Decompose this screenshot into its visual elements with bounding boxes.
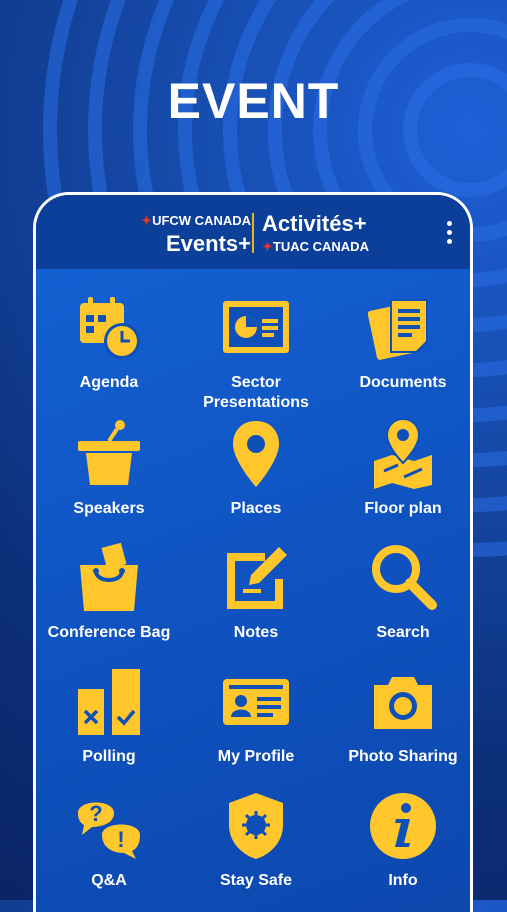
- magnifier-icon: [372, 545, 437, 610]
- tile-polling[interactable]: Polling: [36, 667, 182, 767]
- shopping-bag-icon: [80, 543, 138, 611]
- tile-label: Floor plan: [364, 500, 442, 517]
- feature-grid: Agenda Sector Presentations Documents Sp…: [36, 269, 470, 912]
- phone-frame: ✦UFCW CANADA Events+ Activités+ ✦TUAC CA…: [33, 192, 473, 912]
- logo-divider: [252, 213, 254, 253]
- maple-leaf-icon: ✦: [141, 213, 153, 228]
- podium-icon: [78, 420, 140, 485]
- maple-leaf-icon: ✦: [262, 239, 273, 254]
- app-bar: ✦UFCW CANADA Events+ Activités+ ✦TUAC CA…: [36, 195, 470, 269]
- logo-tuac-canada: ✦TUAC CANADA: [262, 239, 369, 254]
- tile-label: Conference Bag: [47, 624, 171, 641]
- camera-icon: [374, 677, 432, 729]
- documents-icon: [368, 299, 428, 360]
- tile-label: Stay Safe: [219, 872, 293, 889]
- presentation-icon: [223, 301, 289, 353]
- hero-title: EVENT: [167, 73, 340, 129]
- tile-conference-bag[interactable]: Conference Bag: [36, 543, 182, 643]
- tile-notes[interactable]: Notes: [183, 543, 329, 643]
- id-card-icon: [223, 679, 289, 725]
- tile-label: Info: [388, 872, 418, 889]
- tile-label: Search: [376, 624, 430, 641]
- floor-plan-map-icon: [374, 419, 432, 489]
- info-icon: [370, 793, 436, 859]
- tile-q-and-a[interactable]: ? ! Q&A: [36, 791, 182, 891]
- map-pin-icon: [233, 421, 279, 487]
- tile-label: Documents: [359, 374, 447, 391]
- tile-label: Photo Sharing: [348, 748, 458, 765]
- logo-activites-plus: Activités+: [262, 211, 367, 236]
- app-logo: ✦UFCW CANADA Events+ Activités+ ✦TUAC CA…: [106, 209, 396, 259]
- calendar-clock-icon: [80, 297, 140, 359]
- more-vert-icon[interactable]: [442, 221, 456, 247]
- tile-info[interactable]: Info: [330, 791, 470, 891]
- tile-label: Places: [230, 500, 282, 517]
- logo-ufcw-canada: ✦UFCW CANADA: [141, 213, 251, 228]
- edit-notes-icon: [227, 547, 287, 609]
- poll-chart-icon: [78, 669, 140, 735]
- tile-speakers[interactable]: Speakers: [36, 419, 182, 519]
- tile-documents[interactable]: Documents: [330, 293, 470, 393]
- tile-label: Speakers: [73, 500, 145, 517]
- svg-text:?: ?: [89, 801, 102, 826]
- tile-agenda[interactable]: Agenda: [36, 293, 182, 393]
- tile-sector-presentations[interactable]: Sector Presentations: [183, 293, 329, 413]
- logo-events-plus: Events+: [166, 231, 251, 256]
- tile-label: My Profile: [217, 748, 295, 765]
- tile-label: Notes: [233, 624, 279, 641]
- tile-places[interactable]: Places: [183, 419, 329, 519]
- virus-shield-icon: [229, 793, 283, 859]
- tile-label: Sector Presentations: [203, 374, 309, 411]
- tile-label: Q&A: [91, 872, 127, 889]
- tile-search[interactable]: Search: [330, 543, 470, 643]
- tile-floor-plan[interactable]: Floor plan: [330, 419, 470, 519]
- tile-label: Agenda: [79, 374, 139, 391]
- svg-text:!: !: [117, 827, 124, 852]
- question-exclamation-icon: ? !: [78, 801, 140, 859]
- tile-stay-safe[interactable]: Stay Safe: [183, 791, 329, 891]
- tile-my-profile[interactable]: My Profile: [183, 667, 329, 767]
- tile-label: Polling: [82, 748, 136, 765]
- tile-photo-sharing[interactable]: Photo Sharing: [330, 667, 470, 767]
